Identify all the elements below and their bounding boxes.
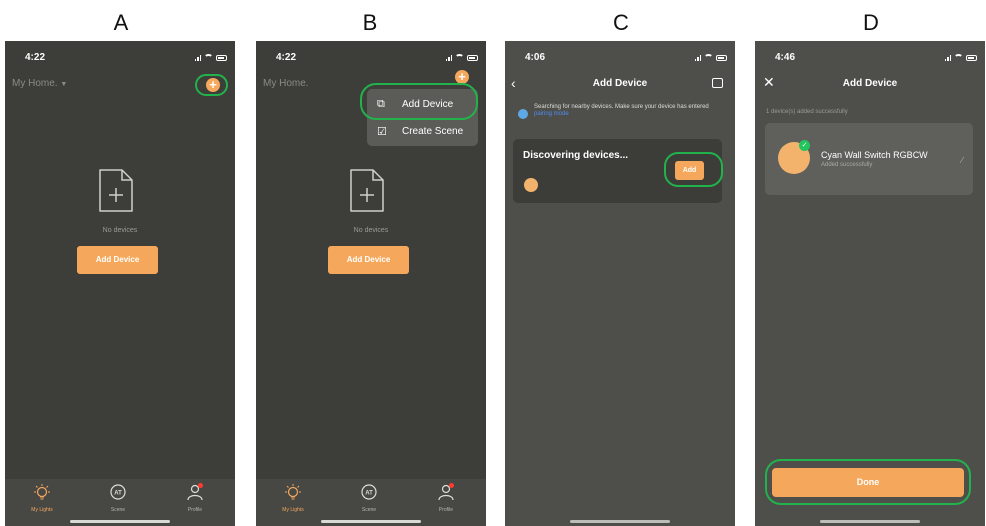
device-card: ✓ Cyan Wall Switch RGBCW Added successfu… — [765, 123, 973, 195]
searching-message: Searching for nearby devices. Make sure … — [534, 104, 709, 110]
panel-label-b: B — [362, 10, 378, 35]
tab-profile[interactable]: Profile — [421, 483, 471, 513]
panel-label-c: C — [613, 10, 629, 35]
wifi-icon — [704, 54, 713, 61]
added-count-text: 1 device(s) added successfully — [766, 109, 848, 115]
status-time: 4:22 — [25, 52, 46, 63]
file-plus-icon — [350, 169, 384, 212]
device-status: Added successfully — [821, 162, 873, 168]
file-plus-icon — [99, 169, 133, 212]
add-device-button[interactable]: Add Device — [328, 246, 409, 274]
tab-my-lights[interactable]: My Lights — [268, 483, 318, 513]
menu-item-create-scene[interactable]: ☑ Create Scene — [367, 118, 478, 145]
phone-screen-d: 4:46 ✕ Add Device 1 device(s) added succ… — [755, 41, 985, 526]
tab-label: Profile — [438, 507, 454, 513]
tab-label: My Lights — [282, 507, 304, 513]
status-time: 4:06 — [525, 52, 546, 63]
tab-scene[interactable]: AT Scene — [344, 483, 394, 513]
home-selector[interactable]: My Home. — [263, 78, 309, 89]
notification-dot — [198, 483, 203, 488]
edit-pencil-icon[interactable]: ∕ — [961, 155, 963, 165]
searching-text: Searching for nearby devices. Make sure … — [534, 104, 724, 118]
searching-spinner-icon — [518, 109, 528, 119]
no-devices-text: No devices — [102, 227, 138, 234]
menu-item-label: Create Scene — [402, 126, 464, 137]
page-title: Add Device — [842, 78, 898, 89]
no-devices-text: No devices — [353, 227, 389, 234]
pairing-mode-link[interactable]: pairing mode — [534, 111, 569, 117]
tab-label: My Lights — [31, 507, 53, 513]
home-indicator — [321, 520, 421, 523]
battery-icon — [216, 54, 227, 61]
highlight-ring — [664, 152, 723, 187]
tab-label: Scene — [110, 507, 126, 513]
tab-my-lights[interactable]: My Lights — [17, 483, 67, 513]
home-title: My Home. — [263, 78, 309, 89]
panel-label-a: A — [113, 10, 129, 35]
scene-icon: AT — [110, 484, 126, 500]
battery-icon — [966, 54, 977, 61]
home-indicator — [570, 520, 670, 523]
tab-label: Profile — [187, 507, 203, 513]
wifi-icon — [204, 54, 213, 61]
status-icons — [194, 54, 227, 61]
device-thumbnail-icon — [524, 178, 538, 192]
tab-profile[interactable]: Profile — [170, 483, 220, 513]
bulb-icon — [34, 484, 50, 500]
tab-label: Scene — [361, 507, 377, 513]
panel-label-d: D — [863, 10, 879, 35]
tab-bar: My Lights AT Scene Profile — [5, 479, 235, 526]
tab-bar: My Lights AT Scene Profile — [256, 479, 486, 526]
device-name: Cyan Wall Switch RGBCW — [821, 150, 928, 160]
home-title: My Home. — [12, 78, 58, 89]
discovering-title: Discovering devices... — [523, 150, 629, 161]
highlight-ring — [195, 74, 228, 96]
add-device-button[interactable]: Add Device — [77, 246, 158, 274]
create-scene-icon: ☑ — [377, 126, 387, 138]
home-selector[interactable]: My Home. ▼ — [12, 78, 67, 89]
bulb-icon — [285, 484, 301, 500]
add-plus-button[interactable]: + — [455, 70, 469, 84]
page-title: Add Device — [592, 78, 648, 89]
phone-screen-a: 4:22 My Home. ▼ + No devices Add Device … — [5, 41, 235, 526]
wifi-icon — [455, 54, 464, 61]
home-indicator — [820, 520, 920, 523]
status-icons — [944, 54, 977, 61]
status-time: 4:46 — [775, 52, 796, 63]
svg-text:AT: AT — [114, 491, 122, 497]
battery-icon — [716, 54, 727, 61]
signal-icon — [194, 54, 201, 61]
wifi-icon — [954, 54, 963, 61]
status-icons — [445, 54, 478, 61]
caret-down-icon: ▼ — [60, 81, 68, 88]
scene-icon: AT — [361, 484, 377, 500]
tab-scene[interactable]: AT Scene — [93, 483, 143, 513]
phone-screen-c: 4:06 ‹ Add Device Searching for nearby d… — [505, 41, 735, 526]
svg-text:AT: AT — [365, 491, 373, 497]
check-icon: ✓ — [799, 140, 810, 151]
status-icons — [694, 54, 727, 61]
signal-icon — [944, 54, 951, 61]
phone-screen-b: 4:22 My Home. + ⧉ Add Device ☑ Create Sc… — [256, 41, 486, 526]
signal-icon — [694, 54, 701, 61]
highlight-ring — [360, 83, 478, 120]
home-indicator — [70, 520, 170, 523]
signal-icon — [445, 54, 452, 61]
scan-icon[interactable] — [712, 78, 723, 88]
battery-icon — [467, 54, 478, 61]
notification-dot — [449, 483, 454, 488]
status-time: 4:22 — [276, 52, 297, 63]
highlight-ring — [765, 459, 971, 505]
